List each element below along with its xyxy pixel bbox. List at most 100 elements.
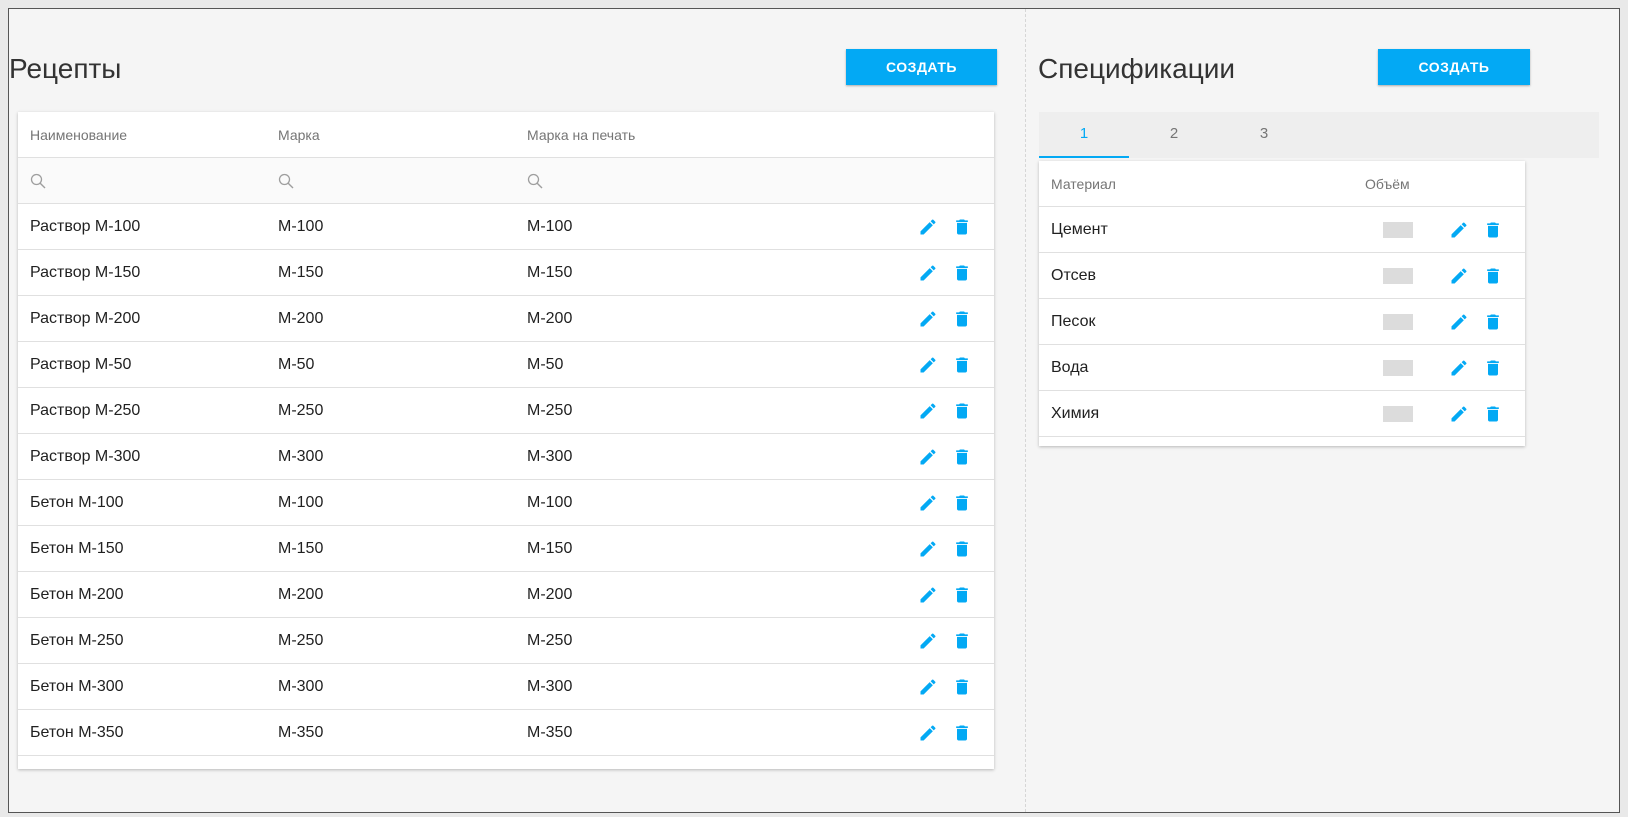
trash-icon[interactable] — [952, 585, 972, 605]
recipe-print-mark: М-200 — [527, 310, 573, 327]
pencil-icon[interactable] — [1449, 266, 1469, 286]
recipe-mark: М-150 — [278, 264, 324, 281]
recipe-print-mark: М-250 — [527, 632, 573, 649]
pencil-icon[interactable] — [918, 539, 938, 559]
recipes-create-button[interactable]: СОЗДАТЬ — [846, 49, 997, 85]
recipe-print-mark: М-200 — [527, 586, 573, 603]
tab-2[interactable]: 2 — [1129, 112, 1219, 158]
pencil-icon[interactable] — [918, 493, 938, 513]
row-actions — [918, 309, 972, 329]
trash-icon[interactable] — [952, 539, 972, 559]
recipe-print-mark: М-100 — [527, 494, 573, 511]
table-row[interactable]: Химия — [1039, 391, 1525, 437]
specs-create-button[interactable]: СОЗДАТЬ — [1378, 49, 1530, 85]
table-row[interactable]: Раствор М-300 М-300 М-300 — [18, 434, 994, 480]
recipe-print-mark: М-250 — [527, 402, 573, 419]
table-row[interactable]: Раствор М-150 М-150 М-150 — [18, 250, 994, 296]
row-actions — [1449, 220, 1503, 240]
trash-icon[interactable] — [1483, 220, 1503, 240]
pencil-icon[interactable] — [1449, 220, 1469, 240]
pencil-icon[interactable] — [918, 585, 938, 605]
trash-icon[interactable] — [952, 677, 972, 697]
trash-icon[interactable] — [1483, 312, 1503, 332]
pencil-icon[interactable] — [918, 401, 938, 421]
recipe-mark: М-250 — [278, 402, 324, 419]
table-row[interactable]: Бетон М-200 М-200 М-200 — [18, 572, 994, 618]
recipe-mark: М-100 — [278, 218, 324, 235]
volume-value — [1383, 360, 1413, 376]
trash-icon[interactable] — [952, 217, 972, 237]
material-name: Вода — [1051, 359, 1089, 376]
specs-title: Спецификации — [1038, 53, 1236, 84]
recipes-table-body: Раствор М-100 М-100 М-100 Раствор М-150 М-15… — [18, 204, 994, 756]
search-icon[interactable] — [278, 173, 294, 189]
column-header-volume[interactable]: Объём — [1365, 161, 1410, 207]
recipes-table: Наименование Марка Марка на печать Раств… — [18, 112, 994, 769]
column-header-mark[interactable]: Марка — [278, 112, 320, 158]
table-row[interactable]: Бетон М-100 М-100 М-100 — [18, 480, 994, 526]
specs-panel: Спецификации СОЗДАТЬ 123 Материал Объём … — [1027, 9, 1619, 812]
recipe-name: Бетон М-350 — [30, 724, 124, 741]
volume-value — [1383, 268, 1413, 284]
recipes-title: Рецепты — [9, 53, 122, 84]
recipe-print-mark: М-50 — [527, 356, 564, 373]
row-actions — [918, 677, 972, 697]
pencil-icon[interactable] — [918, 677, 938, 697]
trash-icon[interactable] — [1483, 358, 1503, 378]
pencil-icon[interactable] — [918, 309, 938, 329]
table-row[interactable]: Цемент — [1039, 207, 1525, 253]
trash-icon[interactable] — [952, 493, 972, 513]
column-header-print-mark[interactable]: Марка на печать — [527, 112, 635, 158]
table-row[interactable]: Бетон М-300 М-300 М-300 — [18, 664, 994, 710]
recipe-name: Раствор М-150 — [30, 264, 141, 281]
table-row[interactable]: Вода — [1039, 345, 1525, 391]
pencil-icon[interactable] — [918, 263, 938, 283]
recipe-mark: М-150 — [278, 540, 324, 557]
pencil-icon[interactable] — [918, 217, 938, 237]
table-row[interactable]: Бетон М-350 М-350 М-350 — [18, 710, 994, 756]
pencil-icon[interactable] — [1449, 404, 1469, 424]
trash-icon[interactable] — [952, 263, 972, 283]
trash-icon[interactable] — [952, 355, 972, 375]
column-header-material[interactable]: Материал — [1051, 161, 1116, 207]
table-row[interactable]: Отсев — [1039, 253, 1525, 299]
table-row[interactable]: Раствор М-100 М-100 М-100 — [18, 204, 994, 250]
table-row[interactable]: Раствор М-200 М-200 М-200 — [18, 296, 994, 342]
recipes-table-header: Наименование Марка Марка на печать — [18, 112, 994, 158]
volume-value — [1383, 222, 1413, 238]
search-icon[interactable] — [527, 173, 543, 189]
recipe-name: Бетон М-250 — [30, 632, 124, 649]
recipe-print-mark: М-300 — [527, 448, 573, 465]
row-actions — [918, 401, 972, 421]
search-icon[interactable] — [30, 173, 46, 189]
trash-icon[interactable] — [952, 309, 972, 329]
row-actions — [918, 355, 972, 375]
pencil-icon[interactable] — [918, 447, 938, 467]
pencil-icon[interactable] — [1449, 358, 1469, 378]
recipe-print-mark: М-300 — [527, 678, 573, 695]
trash-icon[interactable] — [1483, 266, 1503, 286]
pencil-icon[interactable] — [918, 355, 938, 375]
tab-3[interactable]: 3 — [1219, 112, 1309, 158]
table-row[interactable]: Раствор М-50 М-50 М-50 — [18, 342, 994, 388]
tab-1[interactable]: 1 — [1039, 112, 1129, 158]
row-actions — [918, 631, 972, 651]
trash-icon[interactable] — [952, 401, 972, 421]
recipe-mark: М-300 — [278, 448, 324, 465]
table-row[interactable]: Песок — [1039, 299, 1525, 345]
trash-icon[interactable] — [952, 631, 972, 651]
trash-icon[interactable] — [952, 447, 972, 467]
trash-icon[interactable] — [1483, 404, 1503, 424]
column-header-name[interactable]: Наименование — [30, 112, 127, 158]
pencil-icon[interactable] — [918, 631, 938, 651]
pencil-icon[interactable] — [918, 723, 938, 743]
table-row[interactable]: Бетон М-250 М-250 М-250 — [18, 618, 994, 664]
recipe-mark: М-250 — [278, 632, 324, 649]
pencil-icon[interactable] — [1449, 312, 1469, 332]
app-frame: Рецепты СОЗДАТЬ Наименование Марка Марка… — [8, 8, 1620, 813]
row-actions — [918, 263, 972, 283]
recipe-name: Бетон М-200 — [30, 586, 124, 603]
table-row[interactable]: Раствор М-250 М-250 М-250 — [18, 388, 994, 434]
table-row[interactable]: Бетон М-150 М-150 М-150 — [18, 526, 994, 572]
trash-icon[interactable] — [952, 723, 972, 743]
